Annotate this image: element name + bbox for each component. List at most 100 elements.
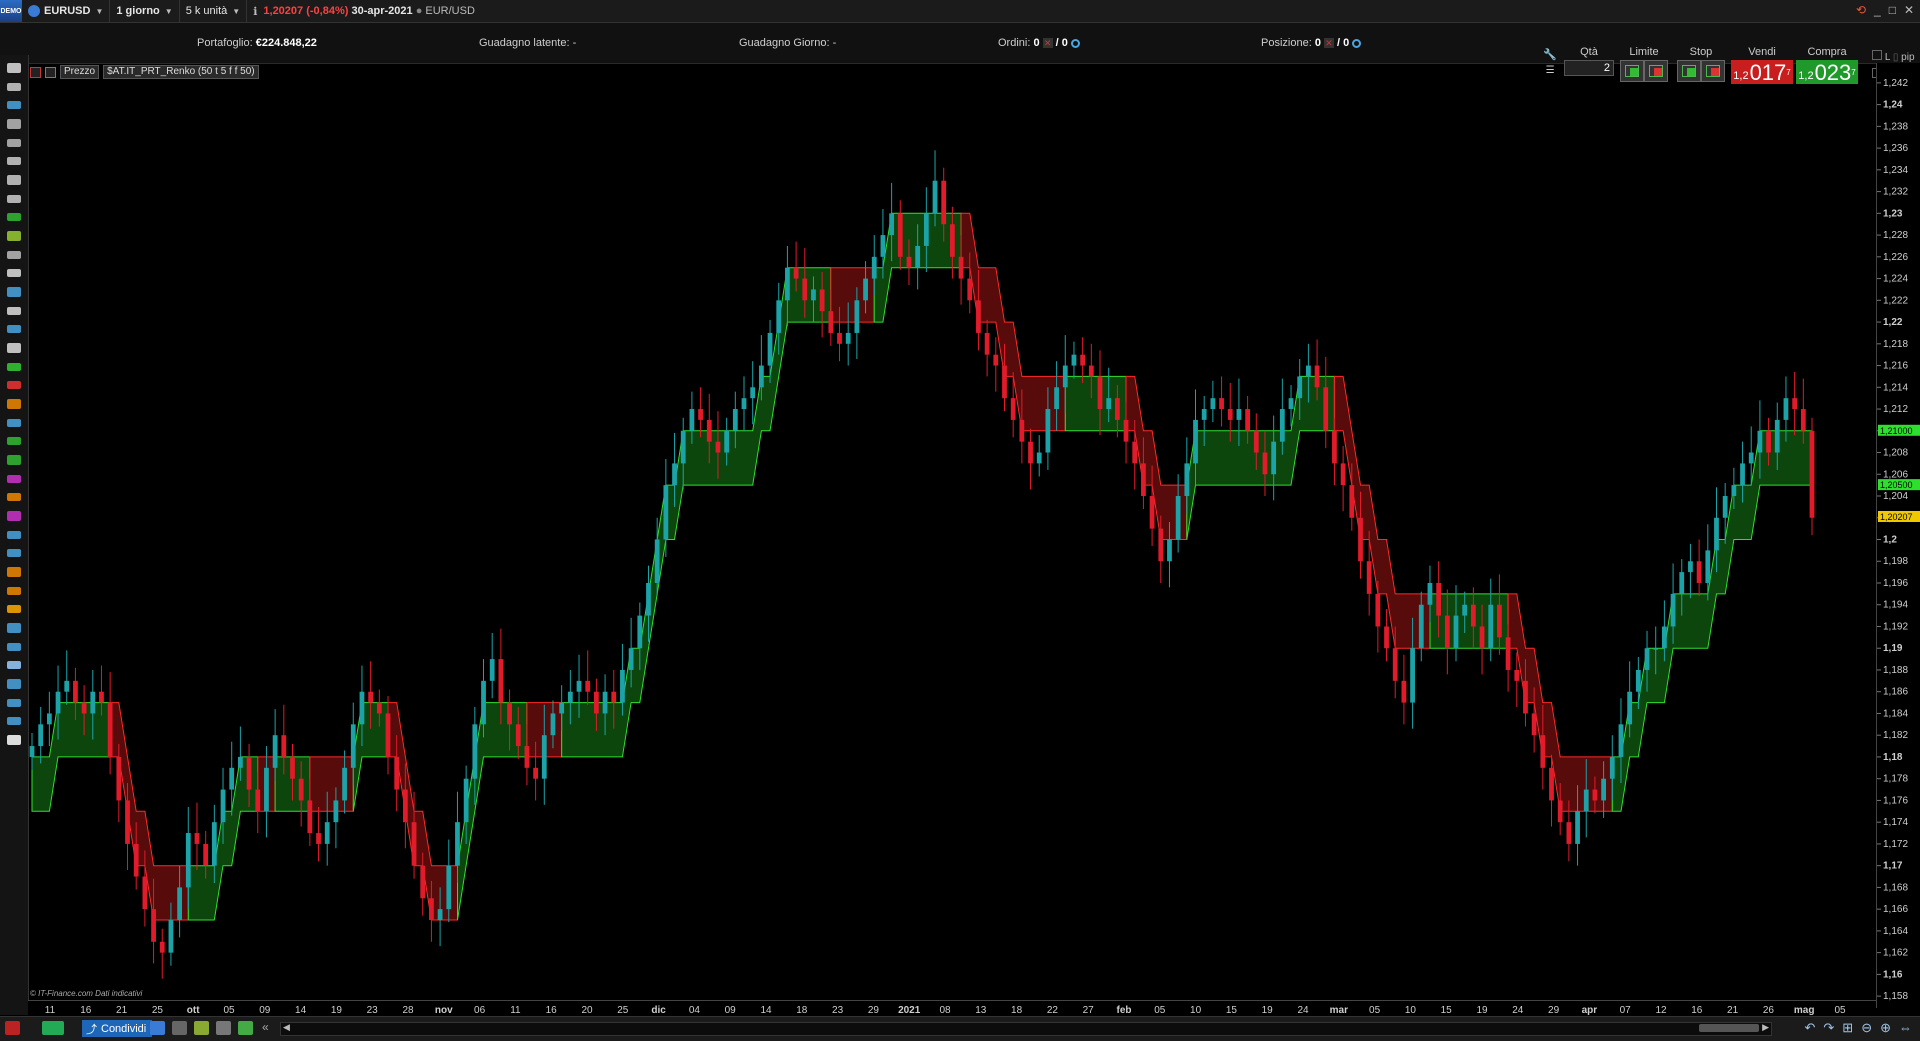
zoom-out-icon[interactable]: ⊖: [1861, 1020, 1872, 1036]
andrews-icon[interactable]: [7, 699, 21, 707]
text-icon[interactable]: [7, 325, 21, 333]
x-tick-label: mar: [1330, 1005, 1348, 1016]
vertical-line-icon[interactable]: [7, 195, 21, 203]
pitchfork-icon[interactable]: [7, 531, 21, 539]
horizontal-line-icon[interactable]: [7, 175, 21, 185]
indicator-icon[interactable]: [238, 1021, 253, 1035]
candle-body: [1366, 561, 1372, 594]
wrench-icon[interactable]: [7, 269, 21, 277]
collapse-icon[interactable]: «: [262, 1020, 269, 1034]
rectangle-icon[interactable]: [7, 419, 21, 427]
gann-icon[interactable]: [7, 511, 21, 521]
fibonacci-icon[interactable]: [7, 493, 21, 501]
table-icon[interactable]: [194, 1021, 209, 1035]
close-position-icon[interactable]: ✕: [1323, 38, 1334, 48]
zigzag-icon[interactable]: [7, 455, 21, 465]
window-controls: ⟲ _ □ ✕: [1856, 3, 1914, 17]
price-axis[interactable]: 1,242 1,24 1,238 1,236 1,234 1,232 1,23 1,228 1,…: [1876, 63, 1920, 1008]
maximize-icon[interactable]: □: [1889, 3, 1896, 17]
redo-icon[interactable]: ↷: [1823, 1020, 1834, 1036]
orders-settings-icon[interactable]: [1070, 39, 1080, 48]
window-icon[interactable]: [150, 1021, 165, 1035]
print-icon[interactable]: [216, 1021, 231, 1035]
elliott-icon[interactable]: [7, 623, 21, 633]
candle-body: [420, 865, 426, 899]
compress-icon[interactable]: ⇔: [1899, 1020, 1912, 1036]
price-chart[interactable]: [28, 63, 1876, 1000]
alarm-icon[interactable]: [7, 101, 21, 109]
renko-bands: [31, 212, 1813, 921]
x-tick-label: 21: [1727, 1005, 1739, 1016]
timeframe-selector[interactable]: 1 giorno ▼: [110, 0, 180, 22]
l-checkbox[interactable]: [1871, 50, 1882, 60]
zoom-in-icon[interactable]: ⊕: [1880, 1020, 1891, 1036]
scroll-left-icon[interactable]: ◀: [283, 1022, 290, 1033]
candle-body: [689, 409, 695, 431]
channel-icon[interactable]: [7, 475, 21, 483]
fib-grid-icon[interactable]: [7, 605, 21, 613]
share-button[interactable]: ⤴ Condividi: [82, 1020, 153, 1037]
close-icon[interactable]: ✕: [1904, 3, 1914, 17]
cycles-icon[interactable]: [7, 549, 21, 557]
chart-type-icon[interactable]: [42, 1021, 64, 1035]
undo-icon[interactable]: ↶: [1804, 1020, 1815, 1036]
pencil-icon[interactable]: [7, 213, 21, 221]
x-tick-label: 13: [975, 1005, 987, 1016]
x-tick-label: 29: [868, 1005, 880, 1016]
price-tag-label: 1,21000: [1880, 426, 1913, 436]
harmonic-icon[interactable]: [7, 679, 21, 689]
cursor-icon[interactable]: [7, 63, 21, 73]
x-tick-label: 06: [474, 1005, 486, 1016]
scrollbar-thumb[interactable]: [1699, 1024, 1759, 1032]
regression-icon[interactable]: [7, 661, 21, 669]
copy-icon[interactable]: [7, 307, 21, 315]
down-arrow-icon[interactable]: [7, 381, 21, 389]
instrument-selector[interactable]: EURUSD ▼: [22, 0, 111, 22]
wave-icon[interactable]: [7, 231, 21, 241]
legend-indicator-label[interactable]: $AT.IT_PRT_Renko (50 t 5 f f 50): [103, 65, 259, 79]
legend-add-icon[interactable]: [45, 66, 56, 78]
candle-body: [1358, 517, 1363, 562]
ellipse-icon[interactable]: [7, 399, 21, 409]
legend-price-label[interactable]: Prezzo: [60, 65, 100, 79]
sync-icon[interactable]: ⟲: [1856, 3, 1866, 17]
wrench-icon[interactable]: 🔧: [1543, 48, 1557, 61]
fan-icon[interactable]: [7, 587, 21, 595]
candle-body: [1531, 713, 1537, 736]
segment-icon[interactable]: [7, 139, 21, 147]
trend-line-icon[interactable]: [7, 157, 21, 165]
candle-body: [1375, 593, 1381, 627]
position-settings-icon[interactable]: [1352, 39, 1362, 48]
chart-legend: Prezzo $AT.IT_PRT_Renko (50 t 5 f f 50): [30, 65, 259, 79]
arrow-icon[interactable]: [7, 343, 21, 353]
scroll-right-icon[interactable]: ▶: [1762, 1022, 1769, 1033]
orders-label: Ordini:: [998, 37, 1031, 49]
chart-scrollbar[interactable]: ◀ ▶: [280, 1022, 1772, 1036]
l-stepper[interactable]: ▯: [1893, 52, 1899, 63]
spiral-icon[interactable]: [7, 567, 21, 577]
candle-body: [1740, 463, 1745, 486]
cancel-orders-icon[interactable]: ✕: [1042, 38, 1053, 48]
pattern-icon[interactable]: [7, 735, 21, 745]
candle-body: [472, 724, 478, 779]
ruler-icon[interactable]: [7, 119, 21, 129]
magnifier-icon[interactable]: [7, 83, 21, 91]
calculator-icon[interactable]: [172, 1021, 187, 1035]
legend-close-icon[interactable]: [30, 66, 41, 78]
triangle-icon[interactable]: [7, 437, 21, 445]
move-icon[interactable]: [7, 287, 21, 297]
candle-body: [1201, 409, 1207, 420]
network-icon[interactable]: [7, 717, 21, 725]
trash-icon[interactable]: [7, 251, 21, 259]
candle: [1792, 372, 1798, 436]
minimize-icon[interactable]: _: [1874, 3, 1881, 17]
units-selector[interactable]: 5 k unità ▼: [180, 0, 248, 22]
position-info[interactable]: Posizione: 0 ✕/ 0: [1261, 37, 1362, 49]
orders-info[interactable]: Ordini: 0 ✕/ 0: [998, 37, 1080, 49]
candle-body: [1627, 691, 1633, 725]
up-arrow-icon[interactable]: [7, 363, 21, 371]
zoom-fit-icon[interactable]: ⊞: [1842, 1020, 1853, 1036]
alert-icon[interactable]: [5, 1021, 20, 1035]
projection-icon[interactable]: [7, 643, 21, 651]
date-axis[interactable]: 11 16 21 25 ott 05 09 14 19 23 28 nov 06 11 16 20 25 dic 0…: [28, 1000, 1876, 1017]
